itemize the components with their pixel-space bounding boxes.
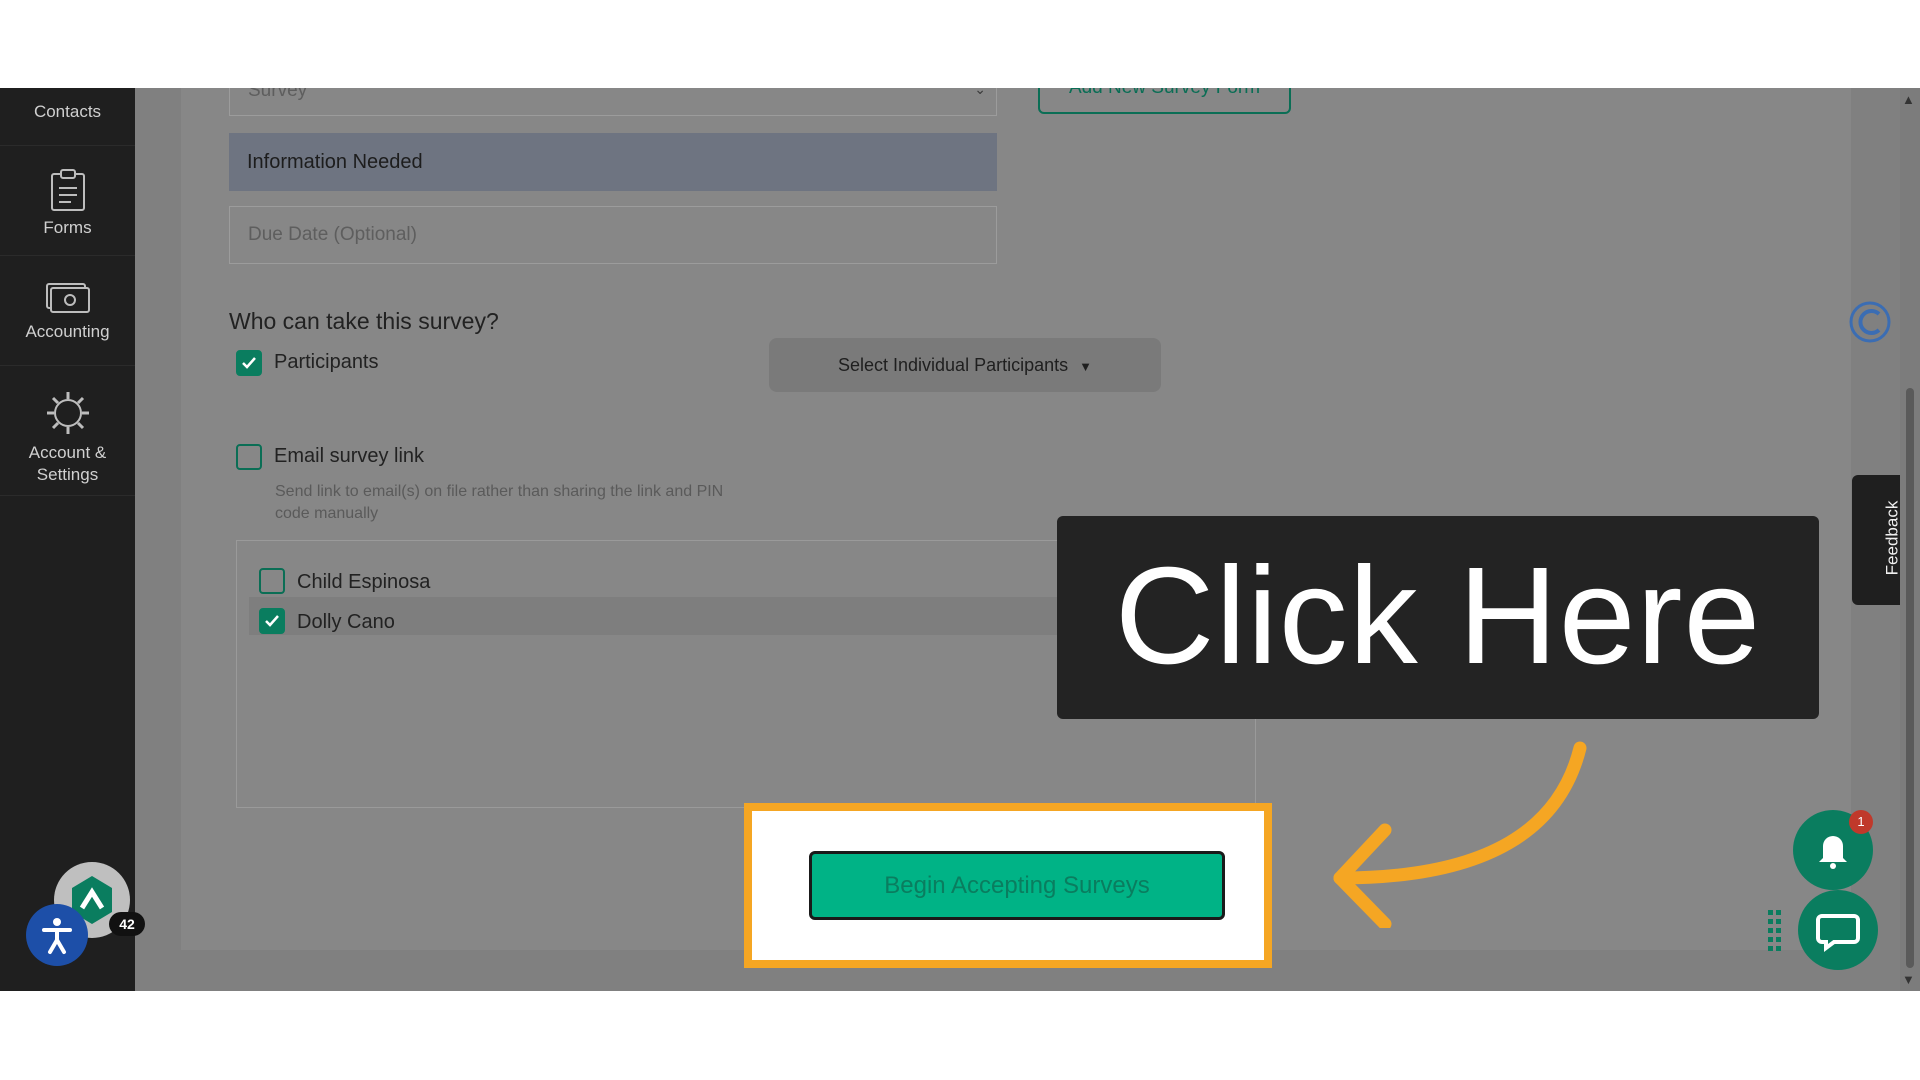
participant-checkbox[interactable] bbox=[259, 568, 285, 594]
participant-name: Dolly Cano bbox=[297, 611, 395, 633]
app-window: Contacts Forms Accounting Account & Sett… bbox=[0, 88, 1920, 991]
sidebar: Contacts Forms Accounting Account & Sett… bbox=[0, 88, 145, 991]
scrollbar-thumb[interactable] bbox=[1906, 388, 1914, 968]
participant-name: Child Espinosa bbox=[297, 571, 431, 593]
begin-accepting-surveys-button[interactable]: Begin Accepting Surveys bbox=[809, 851, 1225, 920]
gear-icon bbox=[46, 392, 89, 434]
accessibility-button[interactable] bbox=[26, 904, 88, 966]
chevron-down-icon: ⌄ bbox=[974, 88, 986, 97]
select-individual-label: Select Individual Participants bbox=[837, 355, 1069, 375]
scroll-down-arrow-icon[interactable]: ▼ bbox=[1902, 972, 1915, 987]
notification-count-badge: 42 bbox=[109, 912, 145, 936]
checkmark-icon bbox=[242, 357, 256, 369]
scroll-up-arrow-icon[interactable]: ▲ bbox=[1902, 92, 1915, 107]
sidebar-item-label: Forms bbox=[43, 218, 92, 237]
information-needed-field[interactable]: Information Needed bbox=[229, 133, 997, 191]
sidebar-item-label: Accounting bbox=[25, 322, 110, 341]
due-date-input[interactable]: Due Date (Optional) bbox=[229, 206, 997, 264]
money-icon bbox=[45, 283, 90, 313]
clipboard-icon bbox=[50, 169, 85, 211]
drag-handle-icon[interactable] bbox=[1767, 908, 1783, 952]
email-survey-link-checkbox[interactable] bbox=[236, 444, 262, 470]
sidebar-item-forms[interactable]: Forms bbox=[0, 148, 135, 256]
feedback-label: Feedback bbox=[1882, 500, 1902, 576]
survey-type-value: Survey bbox=[248, 88, 308, 101]
c-logo-icon[interactable] bbox=[1848, 300, 1892, 344]
participant-checkbox[interactable] bbox=[259, 608, 285, 634]
checkmark-icon bbox=[265, 615, 279, 627]
email-survey-link-label: Email survey link bbox=[274, 445, 425, 467]
tutorial-callout: Click Here bbox=[1057, 516, 1819, 719]
sidebar-item-label: Account & Settings bbox=[28, 443, 107, 484]
chat-icon bbox=[1816, 914, 1860, 952]
notification-badge: 1 bbox=[1849, 810, 1873, 834]
caret-down-icon: ▼ bbox=[1079, 359, 1092, 374]
curved-arrow-icon bbox=[1333, 741, 1587, 928]
select-individual-participants-dropdown[interactable]: Select Individual Participants ▼ bbox=[769, 338, 1161, 392]
add-new-survey-form-button[interactable]: Add New Survey Form bbox=[1038, 88, 1291, 114]
survey-type-select[interactable]: Survey ⌄ bbox=[229, 88, 997, 116]
participants-checkbox[interactable] bbox=[236, 350, 262, 376]
sidebar-item-label: Contacts bbox=[33, 102, 102, 121]
participants-label: Participants bbox=[274, 351, 379, 373]
accessibility-icon bbox=[42, 918, 72, 954]
email-help-text: Send link to email(s) on file rather tha… bbox=[275, 483, 724, 522]
who-can-take-heading: Who can take this survey? bbox=[229, 308, 499, 334]
due-date-placeholder: Due Date (Optional) bbox=[248, 224, 417, 245]
sidebar-item-contacts[interactable]: Contacts bbox=[0, 88, 135, 146]
sidebar-item-account-settings[interactable]: Account & Settings bbox=[0, 368, 135, 496]
sidebar-item-accounting[interactable]: Accounting bbox=[0, 258, 135, 366]
chat-button[interactable] bbox=[1798, 890, 1878, 970]
